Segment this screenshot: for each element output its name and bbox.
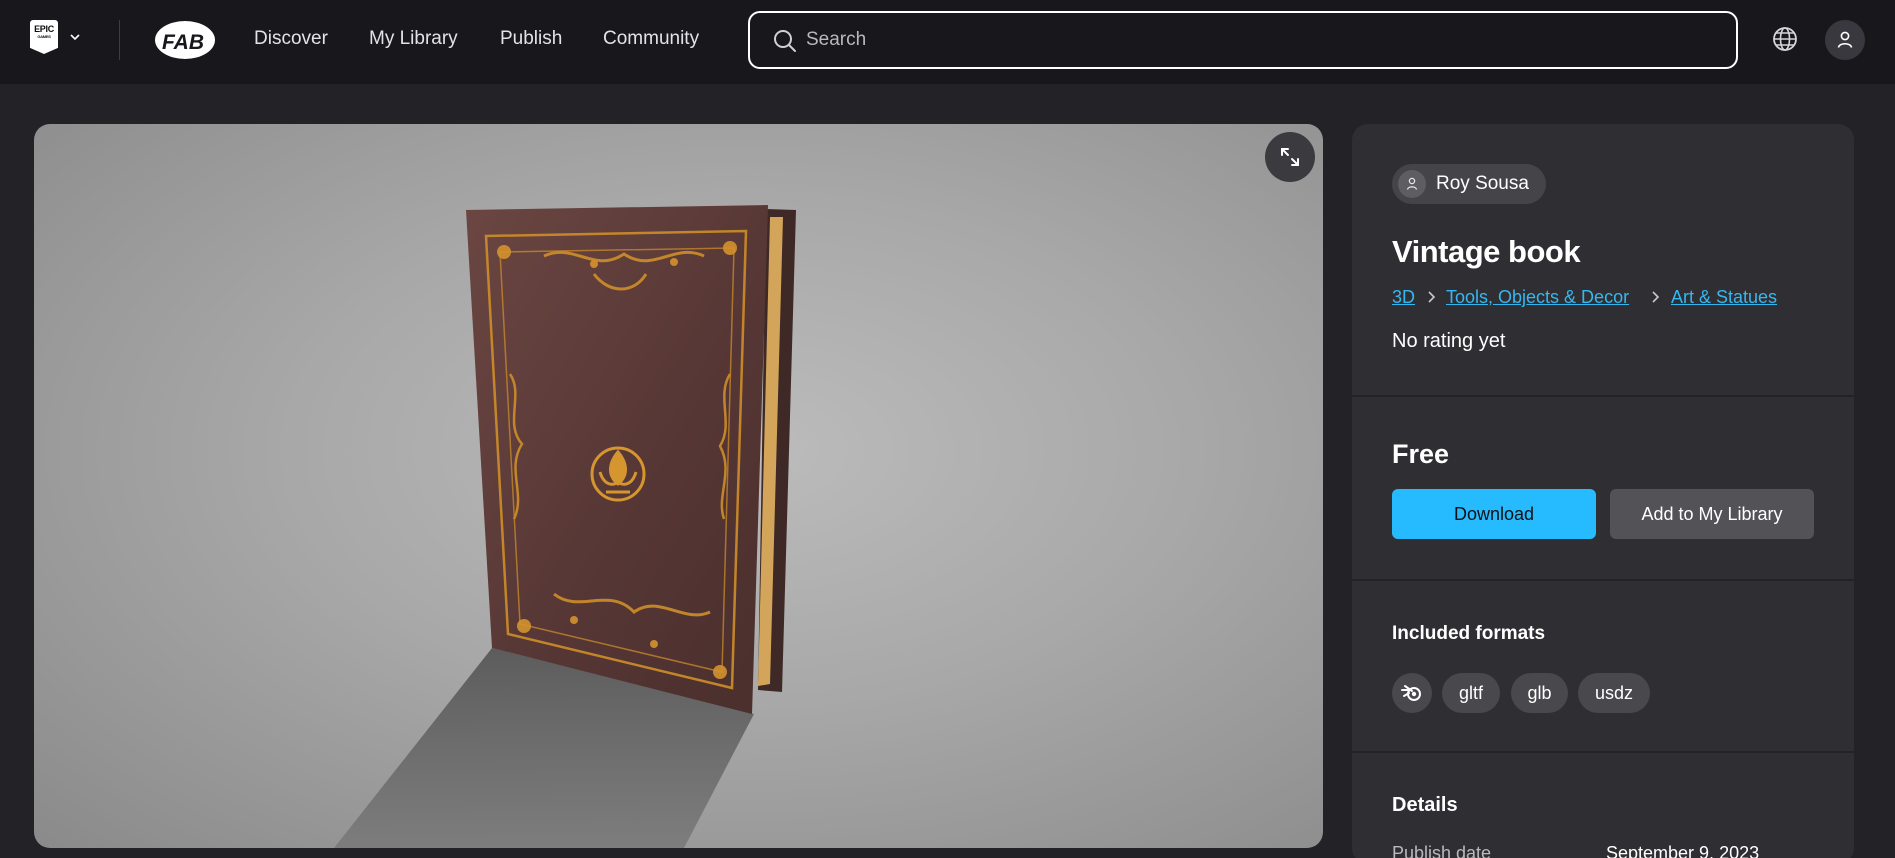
- search-icon: [774, 30, 796, 52]
- top-navigation-bar: EPIC GAMES FAB Discover My Library Publi…: [0, 0, 1895, 84]
- nav-publish[interactable]: Publish: [500, 28, 562, 50]
- publish-date-value: September 9, 2023: [1606, 843, 1760, 858]
- breadcrumb-tools-objects-decor[interactable]: Tools, Objects & Decor: [1446, 287, 1629, 308]
- chevron-right-icon: [1652, 291, 1660, 303]
- details-title: Details: [1392, 794, 1458, 816]
- globe-icon[interactable]: [1770, 24, 1800, 54]
- download-button[interactable]: Download: [1392, 489, 1596, 539]
- price: Free: [1392, 439, 1450, 469]
- search-input[interactable]: [806, 21, 1706, 59]
- account-button[interactable]: [1825, 20, 1865, 60]
- add-to-library-button[interactable]: Add to My Library: [1610, 489, 1814, 539]
- epic-games-logo[interactable]: EPIC GAMES: [30, 20, 58, 54]
- user-icon: [1406, 177, 1418, 190]
- publish-date-label: Publish date: [1392, 843, 1492, 858]
- breadcrumb-3d[interactable]: 3D: [1392, 287, 1415, 308]
- section-divider: [1352, 395, 1854, 397]
- epic-logo-subtext: GAMES: [37, 34, 51, 39]
- fab-logo[interactable]: FAB: [150, 20, 216, 60]
- nav-my-library[interactable]: My Library: [369, 28, 458, 50]
- rating-text: No rating yet: [1392, 330, 1506, 352]
- product-title: Vintage book: [1392, 234, 1581, 269]
- expand-viewer-button[interactable]: [1265, 132, 1315, 182]
- chevron-down-icon[interactable]: [68, 30, 82, 44]
- nav-discover[interactable]: Discover: [254, 28, 328, 50]
- expand-icon: [1281, 148, 1299, 166]
- search-bar[interactable]: [748, 11, 1738, 69]
- author-name: Roy Sousa: [1436, 173, 1529, 194]
- user-icon: [1837, 31, 1853, 48]
- blender-icon: [1401, 685, 1421, 701]
- model-viewer[interactable]: [34, 124, 1323, 848]
- format-chip-usdz: usdz: [1578, 673, 1650, 713]
- section-divider: [1352, 751, 1854, 753]
- epic-logo-text: EPIC: [34, 24, 54, 34]
- nav-community[interactable]: Community: [603, 28, 699, 50]
- product-info-panel: Roy Sousa Vintage book 3D Tools, Objects…: [1352, 124, 1854, 858]
- fab-logo-text: FAB: [162, 31, 204, 54]
- breadcrumb-art-statues[interactable]: Art & Statues: [1671, 287, 1777, 308]
- author-avatar: [1398, 170, 1426, 198]
- format-chip-blender: [1392, 673, 1432, 713]
- format-chip-glb: glb: [1511, 673, 1568, 713]
- format-chip-gltf: gltf: [1442, 673, 1500, 713]
- chevron-right-icon: [1428, 291, 1436, 303]
- fleur-de-lis-emblem: [590, 446, 646, 502]
- section-divider: [1352, 579, 1854, 581]
- nav-divider: [119, 20, 120, 60]
- formats-title: Included formats: [1392, 623, 1546, 644]
- author-chip[interactable]: Roy Sousa: [1392, 164, 1546, 204]
- vintage-book-model: [334, 205, 796, 848]
